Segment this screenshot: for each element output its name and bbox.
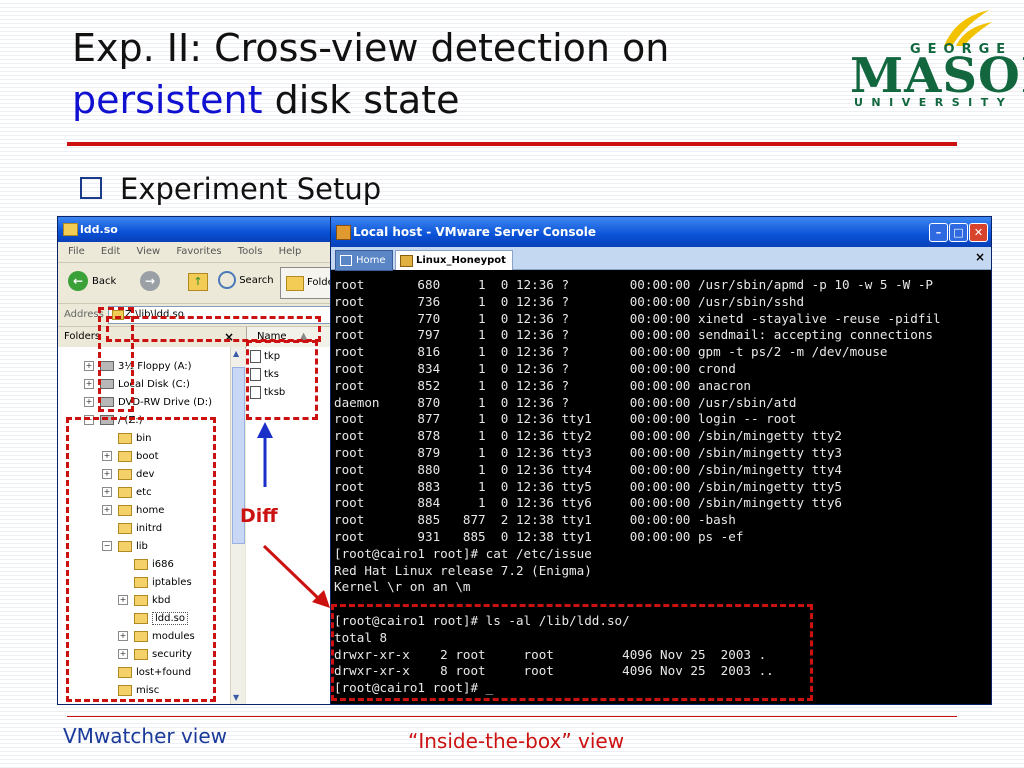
caption-inside-the-box: “Inside-the-box” view [408,729,625,753]
blue-arrowhead-icon [257,422,273,438]
footer-rule [67,716,957,717]
annotation-arrows [257,422,330,608]
caption-vmwatcher: VMwatcher view [63,724,228,748]
red-arrow [262,544,320,600]
diff-label: Diff [240,505,278,527]
red-arrowhead-icon [312,590,330,608]
